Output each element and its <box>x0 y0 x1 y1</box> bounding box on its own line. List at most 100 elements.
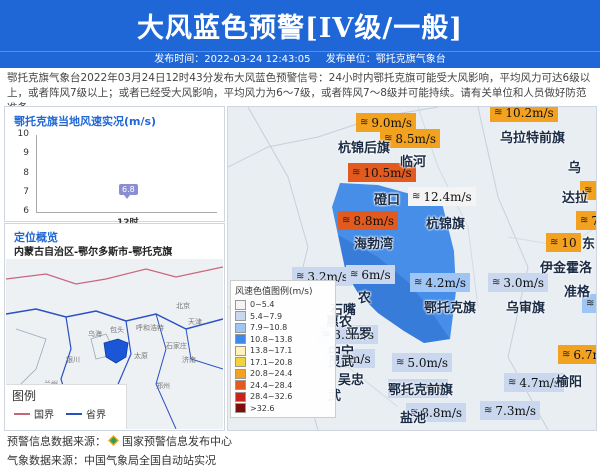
y-tick-label: 7 <box>23 186 29 197</box>
wind-speed-value: 8.5m/s <box>395 131 437 146</box>
wind-flag-icon: ≋ <box>350 269 359 280</box>
wind-station-tag[interactable]: ≋6.7m <box>558 345 596 364</box>
wind-station-tag[interactable]: ≋ 8.8m/s <box>338 211 399 230</box>
wind-speed-value: 8.8m/s <box>421 405 463 420</box>
wind-speed-value: 12.4m/s <box>423 189 472 204</box>
map-place-label: 鄂托克旗 <box>424 301 477 316</box>
wind-legend-title: 风速色值图例(m/s) <box>235 287 313 297</box>
legend-range-label: 10.8~13.8 <box>250 334 293 344</box>
wind-legend-item: 24.4~28.4 <box>235 380 331 392</box>
wind-station-tag[interactable]: ≋ 10 <box>546 233 581 252</box>
legend-swatch <box>235 311 246 322</box>
warning-title: 大风蓝色预警[IV级/一般] <box>137 13 463 44</box>
header-bar: 大风蓝色预警[IV级/一般] <box>0 0 600 51</box>
city-label: 乌海 <box>88 330 102 338</box>
map-place-label: 乌 <box>568 161 582 176</box>
legend-swatch <box>235 322 246 333</box>
legend-range-label: 7.9~10.8 <box>250 323 288 333</box>
map-place-label: 杭锦后旗 <box>338 141 391 156</box>
legend-title: 图例 <box>12 389 37 403</box>
wind-speed-color-legend: 风速色值图例(m/s) 0~5.4 5.4~7.9 7.9~10.8 10.8~13.… <box>230 280 336 418</box>
wind-speed-value: 6.7m <box>573 347 596 362</box>
legend-swatch <box>235 403 246 414</box>
wind-speed-value: 10.2m/s <box>505 106 554 120</box>
map-place-label: 海勃湾 <box>354 237 394 252</box>
data-label: 6.8 <box>119 183 138 195</box>
wind-flag-icon: ≋ <box>396 357 405 368</box>
publish-time: 发布时间：2022-03-24 12:43:05 <box>154 54 311 65</box>
wind-flag-icon: ≋ <box>562 349 571 360</box>
map-place-label: 磴口 <box>374 193 401 208</box>
wind-flag-icon: ≋ <box>360 117 369 128</box>
wind-legend-item: 10.8~13.8 <box>235 334 331 346</box>
warning-source-line: 预警信息数据来源： 国家预警信息发布中心 <box>7 435 232 448</box>
wind-station-tag[interactable]: ≋7. <box>576 211 596 230</box>
legend-range-label: 20.8~24.4 <box>250 369 293 379</box>
map-place-label: 准格 <box>564 285 591 300</box>
wind-speed-value: 3.0m/s <box>503 275 545 290</box>
legend-range-label: 13.8~17.1 <box>250 346 293 356</box>
wind-station-map[interactable]: ≋ 9.0m/s ≋ 8.5m/s ≋ 10.5m/s ≋ 12.4m/s ≋ 8.8m/s ≋ 3.… <box>227 106 597 431</box>
overview-map[interactable]: 乌海包头呼和浩特北京天津石家庄太原银川兰州西安郑州济南 图例 国界 省界 <box>6 259 223 429</box>
legend-provincial-border: 省界 <box>66 406 106 421</box>
wind-speed-value: 9.0m/s <box>371 115 413 130</box>
wind-speed-value: 7.2 <box>595 184 596 198</box>
y-tick-label: 8 <box>23 167 29 178</box>
warning-source-link[interactable]: 国家预警信息发布中心 <box>122 435 232 448</box>
legend-range-label: 24.4~28.4 <box>250 380 293 390</box>
city-label: 银川 <box>66 356 80 364</box>
city-label: 石家庄 <box>166 342 187 350</box>
data-point[interactable] <box>124 194 130 199</box>
wind-station-tag[interactable]: ≋ 12.4m/s <box>408 187 476 206</box>
map-place-label: 东 <box>582 237 596 252</box>
legend-range-label: 17.1~20.8 <box>250 357 293 367</box>
legend-swatch <box>235 391 246 402</box>
map-place-label: 达拉 <box>562 191 589 206</box>
legend-range-label: 5.4~7.9 <box>250 311 283 321</box>
city-label: 天津 <box>188 318 202 326</box>
city-label: 太原 <box>134 352 148 360</box>
legend-swatch <box>235 334 246 345</box>
wind-station-tag[interactable]: ≋ 6m/s <box>346 265 395 284</box>
source-logo-icon <box>108 435 119 446</box>
wind-chart-plot: 6.812时 <box>36 135 217 228</box>
wind-speed-value: 6m/s <box>361 267 391 282</box>
legend-swatch <box>235 368 246 379</box>
wind-flag-icon: ≋ <box>508 377 517 388</box>
map-place-label: 鄂托克前旗 <box>388 383 454 398</box>
map-place-label: 杭锦旗 <box>426 217 466 232</box>
wind-speed-value: 7.3m/s <box>495 403 537 418</box>
city-label: 郑州 <box>156 382 170 390</box>
city-label: 呼和浩特 <box>136 324 164 332</box>
map-place-label: 伊金霍洛 <box>540 261 593 276</box>
wind-speed-value: 7. <box>591 214 596 228</box>
legend-swatch <box>235 345 246 356</box>
wind-flag-icon: ≋ <box>492 277 501 288</box>
wind-flag-icon: ≋ <box>414 277 423 288</box>
wind-flag-icon: ≋ <box>484 405 493 416</box>
map-place-label: 乌审旗 <box>506 301 546 316</box>
wind-flag-icon: ≋ <box>352 167 361 178</box>
y-tick-label: 10 <box>17 129 29 139</box>
legend-national-border: 国界 <box>14 406 54 421</box>
wind-legend-item: 13.8~17.1 <box>235 345 331 357</box>
wind-legend-item: >32.6 <box>235 403 331 415</box>
city-label: 包头 <box>110 326 124 334</box>
wind-station-tag[interactable]: ≋ 4.2m/s <box>410 273 471 292</box>
weather-source: 中国气象局全国自动站实况 <box>84 454 216 467</box>
map-place-label: 榆阳 <box>556 375 583 390</box>
map-place-label: 盐池 <box>400 411 427 426</box>
wind-station-tag[interactable]: ≋ 5.0m/s <box>392 353 453 372</box>
wind-station-tag[interactable]: ≋ 7.3m/s <box>480 401 541 420</box>
legend-swatch <box>235 380 246 391</box>
wind-flag-icon: ≋ <box>580 215 589 226</box>
publish-info-bar: 发布时间：2022-03-24 12:43:05 发布单位：鄂托克旗气象台 <box>0 51 600 68</box>
wind-legend-item: 17.1~20.8 <box>235 357 331 369</box>
wind-station-tag[interactable]: ≋ 10.2m/s <box>490 106 558 122</box>
map-place-label: 临河 <box>400 155 427 170</box>
wind-speed-value: 4.2m/s <box>425 275 467 290</box>
map-place-label: 吴忠 <box>338 373 365 388</box>
location-overview-panel: 定位概览 内蒙古自治区-鄂尔多斯市-鄂托克旗 乌海 包头 呼和浩特 北京 天津 石家庄 太原… <box>4 223 225 431</box>
wind-panel-title: 鄂托克旗当地风速实况(m/s) <box>14 115 157 128</box>
wind-flag-icon: ≋ <box>494 107 503 118</box>
